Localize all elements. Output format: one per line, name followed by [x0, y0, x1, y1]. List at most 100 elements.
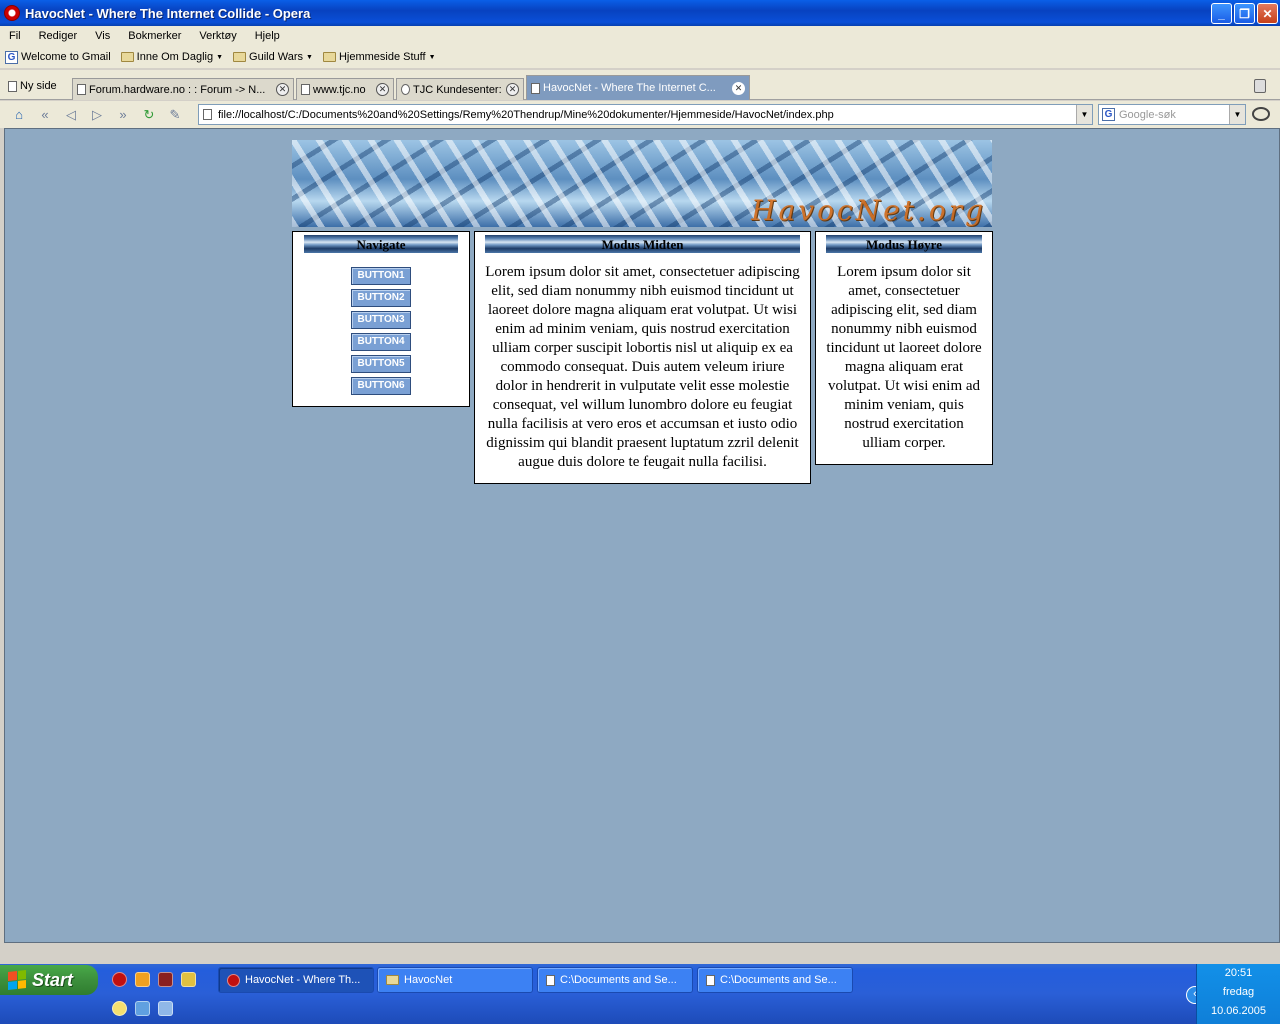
right-heading: Modus Høyre	[826, 235, 982, 253]
right-body-text: Lorem ipsum dolor sit amet, consectetuer…	[826, 264, 982, 451]
bookmark-label: Guild Wars	[249, 51, 304, 63]
window-controls: _ ❐ ✕	[1211, 3, 1278, 24]
wand-icon[interactable]: ✎	[166, 106, 184, 124]
folder-icon	[120, 52, 134, 62]
lightning-icon[interactable]	[181, 972, 196, 987]
task-notepad-1[interactable]: C:\Documents and Se...	[537, 967, 693, 993]
site-banner: HavocNet.org	[292, 140, 992, 227]
start-button[interactable]: Start	[0, 965, 98, 995]
task-opera-havocnet[interactable]: HavocNet - Where Th...	[218, 967, 374, 993]
nav-button-5[interactable]: BUTTON5	[351, 355, 411, 373]
tab-forum-hardware[interactable]: Forum.hardware.no : : Forum -> N... ✕	[72, 78, 294, 100]
minimize-button[interactable]: _	[1211, 3, 1232, 24]
quick-launch-bottom	[112, 1001, 173, 1016]
bookmark-folder-hjemmeside-stuff[interactable]: Hjemmeside Stuff ▼	[322, 51, 436, 63]
address-field[interactable]: file://localhost/C:/Documents%20and%20Se…	[198, 104, 1093, 125]
nav-button-2[interactable]: BUTTON2	[351, 289, 411, 307]
page-viewport: HavocNet.org Navigate BUTTON1 BUTTON2 BU…	[4, 128, 1280, 943]
middle-panel: Modus Midten Lorem ipsum dolor sit amet,…	[474, 231, 811, 484]
tab-tjc[interactable]: www.tjc.no ✕	[296, 78, 394, 100]
bookmark-folder-inne-om-daglig[interactable]: Inne Om Daglig ▼	[120, 51, 224, 63]
task-label: HavocNet	[404, 974, 453, 986]
page-icon	[8, 80, 17, 92]
fast-forward-icon[interactable]: »	[114, 106, 132, 124]
opera-icon	[227, 973, 240, 987]
middle-body-text: Lorem ipsum dolor sit amet, consectetuer…	[485, 264, 800, 470]
nav-button-3[interactable]: BUTTON3	[351, 311, 411, 329]
right-panel: Modus Høyre Lorem ipsum dolor sit amet, …	[815, 231, 993, 465]
tab-havocnet[interactable]: HavocNet - Where The Internet C... ✕	[526, 75, 750, 100]
document-icon[interactable]	[135, 1001, 150, 1016]
opera-icon	[4, 5, 20, 21]
bookmark-label: Welcome to Gmail	[21, 51, 111, 63]
chevron-down-icon: ▼	[216, 53, 224, 61]
maximize-button[interactable]: ❐	[1234, 3, 1255, 24]
tab-label: HavocNet - Where The Internet C...	[543, 82, 716, 94]
middle-heading: Modus Midten	[485, 235, 800, 253]
menu-tools[interactable]: Verktøy	[190, 30, 245, 42]
chevron-down-icon: ▼	[306, 53, 313, 61]
task-folder-havocnet[interactable]: HavocNet	[377, 967, 533, 993]
bookmark-label: Inne Om Daglig	[136, 51, 214, 63]
chevron-down-icon[interactable]: ▼	[1076, 105, 1092, 124]
close-tab-icon[interactable]: ✕	[376, 83, 389, 96]
task-notepad-2[interactable]: C:\Documents and Se...	[697, 967, 853, 993]
menu-bookmarks[interactable]: Bokmerker	[119, 30, 190, 42]
nav-button-6[interactable]: BUTTON6	[351, 377, 411, 395]
home-icon[interactable]: ⌂	[10, 106, 28, 124]
back-icon[interactable]: ◁	[62, 106, 80, 124]
nav-button-4[interactable]: BUTTON4	[351, 333, 411, 351]
notepad-icon	[546, 974, 555, 986]
start-label: Start	[32, 969, 74, 990]
nav-button-1[interactable]: BUTTON1	[351, 267, 411, 285]
new-page-label: Ny side	[20, 80, 57, 92]
media-icon[interactable]	[112, 1001, 127, 1016]
menu-view[interactable]: Vis	[86, 30, 119, 42]
address-url: file://localhost/C:/Documents%20and%20Se…	[218, 108, 834, 121]
close-button[interactable]: ✕	[1257, 3, 1278, 24]
menu-file[interactable]: Fil	[0, 30, 30, 42]
google-icon: G	[5, 50, 18, 64]
bookmark-gmail[interactable]: G Welcome to Gmail	[5, 50, 111, 64]
system-tray: 20:51 fredag 10.06.2005	[1196, 964, 1280, 1024]
new-page-button[interactable]: Ny side	[8, 80, 57, 92]
bookmark-folder-guild-wars[interactable]: Guild Wars ▼	[233, 51, 313, 63]
menu-edit[interactable]: Rediger	[30, 30, 87, 42]
task-label: HavocNet - Where Th...	[245, 974, 361, 986]
eye-icon[interactable]	[1252, 107, 1270, 121]
clock-time[interactable]: 20:51	[1197, 964, 1280, 983]
chevron-down-icon[interactable]: ▼	[1229, 105, 1245, 124]
task-label: C:\Documents and Se...	[720, 974, 837, 986]
search-field[interactable]: G Google-søk ▼	[1098, 104, 1246, 125]
opera-icon[interactable]	[112, 972, 127, 987]
bookmarks-bar: G Welcome to Gmail Inne Om Daglig ▼ Guil…	[0, 46, 1280, 68]
rewind-icon[interactable]: «	[36, 106, 54, 124]
tab-label: www.tjc.no	[313, 83, 366, 96]
trash-icon[interactable]	[1254, 79, 1266, 93]
settings-icon[interactable]	[158, 1001, 173, 1016]
close-tab-icon[interactable]: ✕	[732, 81, 745, 95]
page-icon	[203, 109, 212, 120]
app-icon[interactable]	[158, 972, 173, 987]
task-label: C:\Documents and Se...	[560, 974, 677, 986]
window-title-bar[interactable]: HavocNet - Where The Internet Collide - …	[0, 0, 1280, 26]
tab-label: Forum.hardware.no : : Forum -> N...	[89, 83, 266, 96]
tab-label: TJC Kundesenter:	[413, 83, 502, 96]
clock-day: fredag	[1222, 986, 1255, 998]
folder-icon	[233, 52, 247, 62]
page-icon	[301, 84, 310, 95]
tab-tjc-kundesenter[interactable]: TJC Kundesenter: ✕	[396, 78, 524, 100]
menu-help[interactable]: Hjelp	[246, 30, 289, 42]
close-tab-icon[interactable]: ✕	[506, 83, 519, 96]
reload-icon[interactable]: ↻	[140, 106, 158, 124]
page-icon	[77, 84, 86, 95]
quick-launch-top	[112, 972, 196, 987]
navigation-bar: ⌂ « ◁ ▷ » ↻ ✎ file://localhost/C:/Docume…	[0, 101, 1280, 128]
site-logo: HavocNet.org	[751, 194, 986, 227]
close-tab-icon[interactable]: ✕	[276, 83, 289, 96]
notepad-icon	[706, 974, 715, 986]
tab-bar: Ny side Forum.hardware.no : : Forum -> N…	[0, 70, 1280, 100]
clock-icon[interactable]	[135, 972, 150, 987]
bookmark-label: Hjemmeside Stuff	[338, 51, 426, 63]
forward-icon[interactable]: ▷	[88, 106, 106, 124]
